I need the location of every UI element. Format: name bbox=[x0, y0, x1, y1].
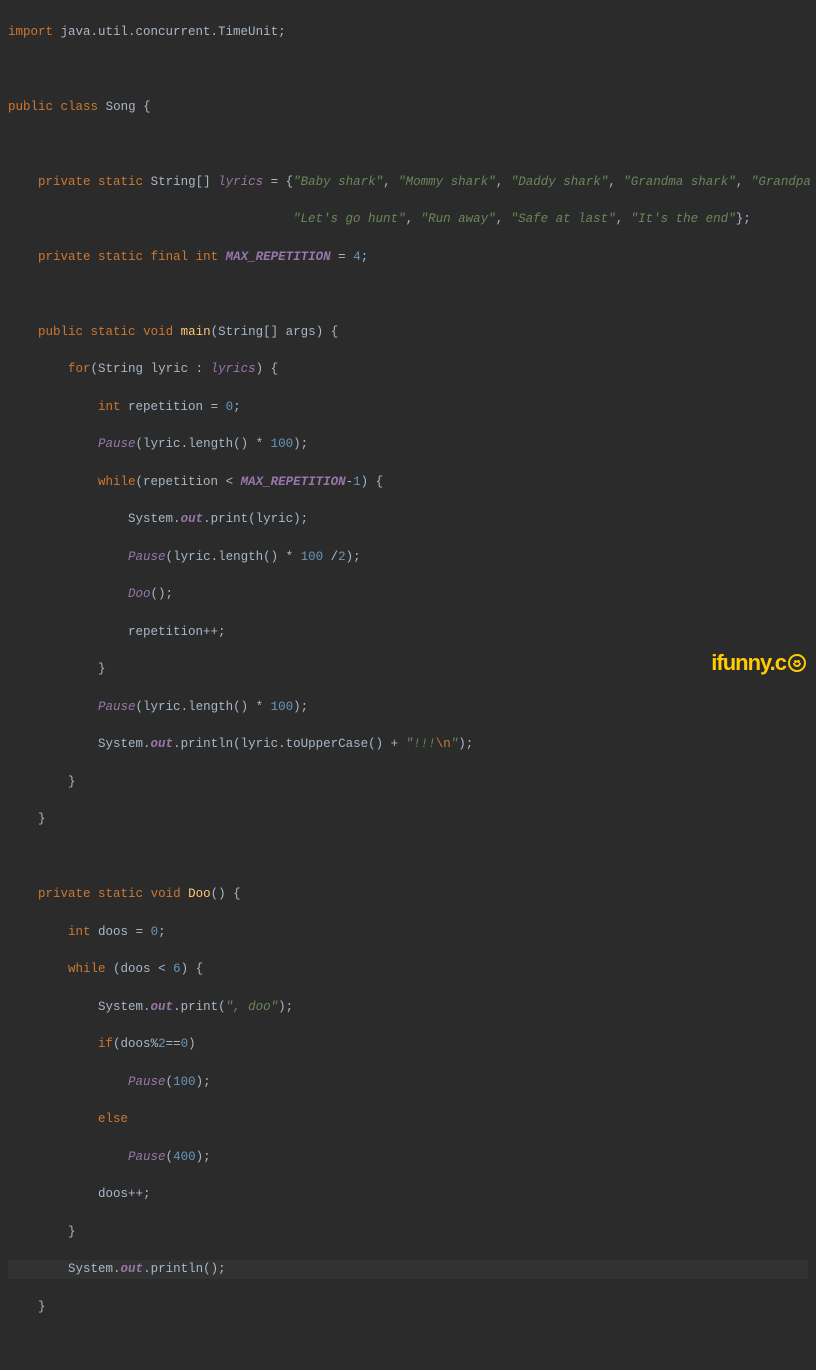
code-line: while (doos < 6) { bbox=[8, 960, 808, 979]
code-line: else bbox=[8, 1110, 808, 1129]
code-line bbox=[8, 60, 808, 79]
code-line: Pause(lyric.length() * 100 /2); bbox=[8, 548, 808, 567]
code-line: public static void main(String[] args) { bbox=[8, 323, 808, 342]
code-line: Pause(lyric.length() * 100); bbox=[8, 435, 808, 454]
code-line: Doo(); bbox=[8, 585, 808, 604]
code-line: System.out.print(", doo"); bbox=[8, 998, 808, 1017]
code-line: System.out.print(lyric); bbox=[8, 510, 808, 529]
code-line: Pause(100); bbox=[8, 1073, 808, 1092]
code-line: Pause(lyric.length() * 100); bbox=[8, 698, 808, 717]
code-line bbox=[8, 135, 808, 154]
code-line: private static String[] lyrics = {"Baby … bbox=[8, 173, 808, 192]
code-line: } bbox=[8, 660, 808, 679]
code-line bbox=[8, 285, 808, 304]
code-line: repetition++; bbox=[8, 623, 808, 642]
code-line: doos++; bbox=[8, 1185, 808, 1204]
code-line: Pause(400); bbox=[8, 1148, 808, 1167]
code-line: int repetition = 0; bbox=[8, 398, 808, 417]
code-line-highlighted: System.out.println(); bbox=[8, 1260, 808, 1279]
code-line: "Let's go hunt", "Run away", "Safe at la… bbox=[8, 210, 808, 229]
code-line: int doos = 0; bbox=[8, 923, 808, 942]
watermark-logo: ifunny.c bbox=[711, 646, 806, 679]
code-line: if(doos%2==0) bbox=[8, 1035, 808, 1054]
code-line: private static final int MAX_REPETITION … bbox=[8, 248, 808, 267]
code-line bbox=[8, 1335, 808, 1354]
code-line: import java.util.concurrent.TimeUnit; bbox=[8, 23, 808, 42]
code-line: } bbox=[8, 773, 808, 792]
code-line: } bbox=[8, 1298, 808, 1317]
code-line: for(String lyric : lyrics) { bbox=[8, 360, 808, 379]
code-line: } bbox=[8, 810, 808, 829]
code-line bbox=[8, 848, 808, 867]
code-line: public class Song { bbox=[8, 98, 808, 117]
code-line: while(repetition < MAX_REPETITION-1) { bbox=[8, 473, 808, 492]
code-line: } bbox=[8, 1223, 808, 1242]
code-editor[interactable]: import java.util.concurrent.TimeUnit; pu… bbox=[0, 0, 816, 1370]
code-line: System.out.println(lyric.toUpperCase() +… bbox=[8, 735, 808, 754]
code-line: private static void Doo() { bbox=[8, 885, 808, 904]
